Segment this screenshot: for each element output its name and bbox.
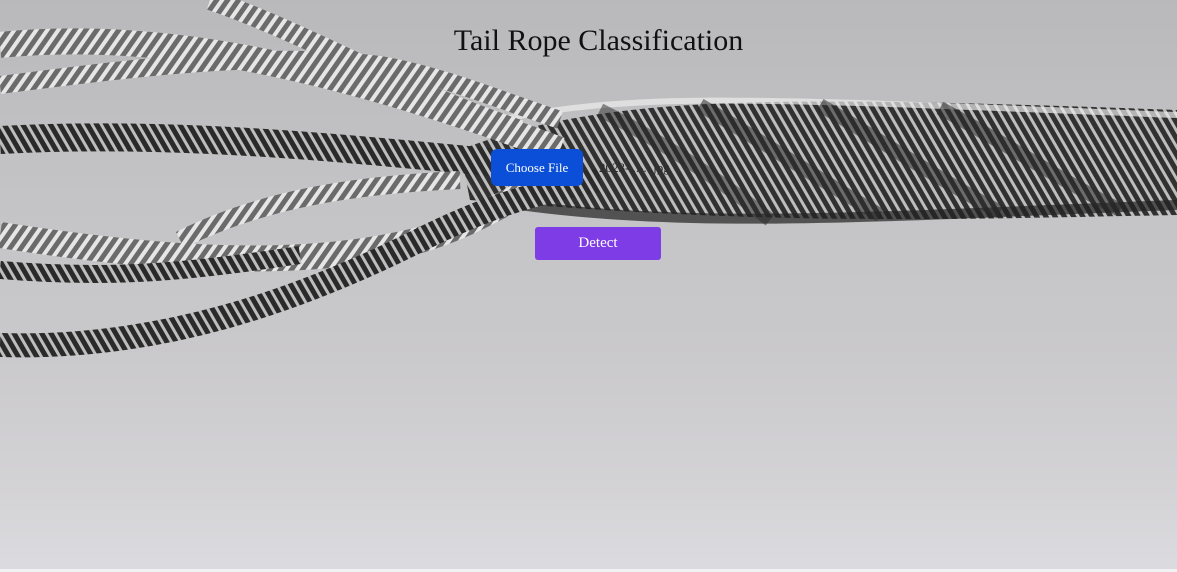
selected-file-name: 2023-...-...jpg [599, 159, 670, 175]
page-title: Tail Rope Classification [453, 24, 744, 57]
detect-button[interactable]: Detect [535, 227, 661, 260]
choose-file-button[interactable]: Choose File [491, 149, 583, 186]
file-upload-row: Choose File 2023-...-...jpg [491, 149, 670, 186]
wire-rope-background-image [0, 0, 1177, 358]
